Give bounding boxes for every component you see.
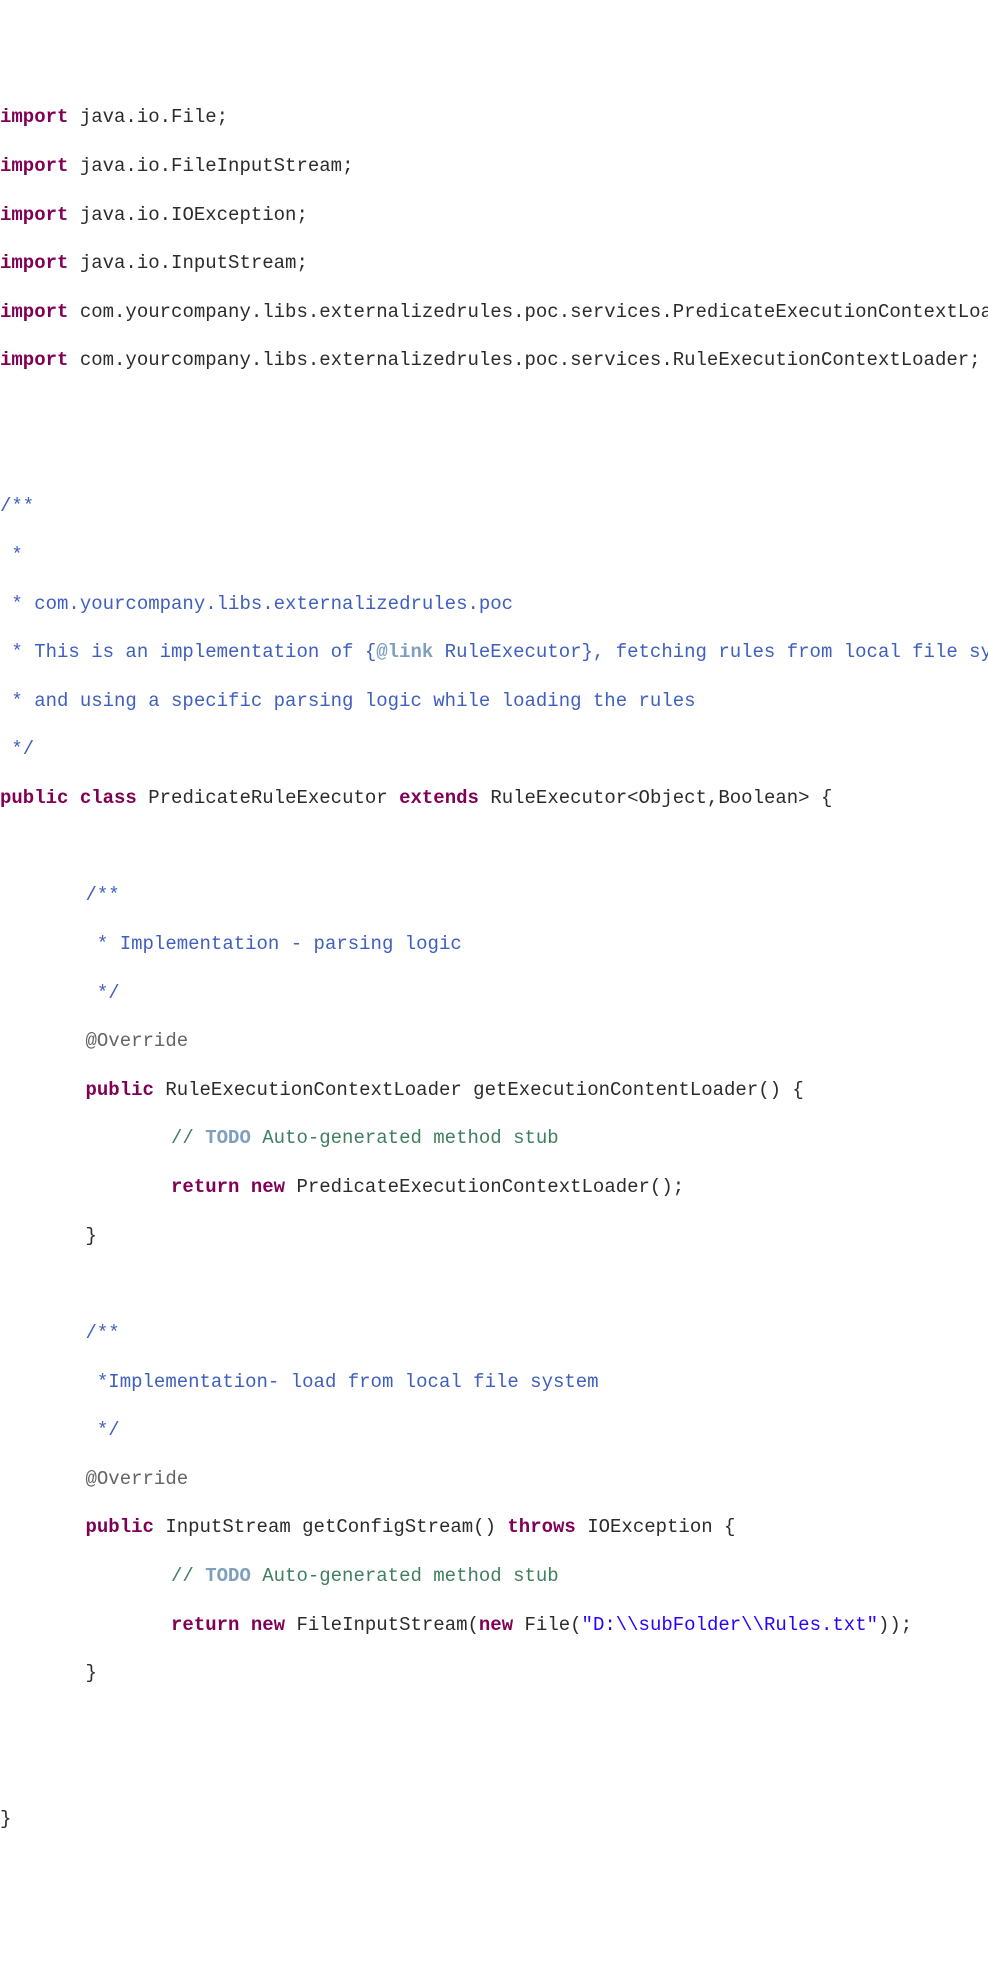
import-text: java.io.File; xyxy=(68,106,228,128)
import-line: import java.io.IOException; xyxy=(0,203,988,227)
javadoc-line: * xyxy=(0,543,988,567)
method-text: IOException { xyxy=(576,1516,736,1538)
method-signature: public InputStream getConfigStream() thr… xyxy=(0,1515,988,1539)
blank-line xyxy=(0,446,988,470)
javadoc-line: /** xyxy=(0,1321,988,1345)
ctor-text: )); xyxy=(878,1614,912,1636)
keyword-import: import xyxy=(0,155,68,177)
string-literal: "D:\\subFolder\\Rules.txt" xyxy=(582,1614,878,1636)
keyword-import: import xyxy=(0,301,68,323)
ctor-text: PredicateExecutionContextLoader(); xyxy=(285,1176,684,1198)
keyword-import: import xyxy=(0,349,68,371)
code-block: import java.io.File; import java.io.File… xyxy=(0,81,988,1856)
comment-prefix: // xyxy=(171,1565,205,1587)
import-line: import com.yourcompany.libs.externalized… xyxy=(0,300,988,324)
javadoc-line: /** xyxy=(0,494,988,518)
annotation-override: @Override xyxy=(0,1029,988,1053)
javadoc-line: * com.yourcompany.libs.externalizedrules… xyxy=(0,592,988,616)
javadoc-line: */ xyxy=(0,981,988,1005)
javadoc-line: */ xyxy=(0,1418,988,1442)
ctor-text: File( xyxy=(513,1614,581,1636)
keyword-return: return xyxy=(171,1176,239,1198)
class-rest: RuleExecutor<Object,Boolean> { xyxy=(479,787,832,809)
import-text: java.io.InputStream; xyxy=(68,252,307,274)
blank-line xyxy=(0,1272,988,1296)
javadoc-tag-link: @link xyxy=(376,641,433,663)
blank-line xyxy=(0,397,988,421)
return-line: return new PredicateExecutionContextLoad… xyxy=(0,1175,988,1199)
keyword-new: new xyxy=(251,1176,285,1198)
comment-line: // TODO Auto-generated method stub xyxy=(0,1126,988,1150)
keyword-class: class xyxy=(80,787,137,809)
keyword-throws: throws xyxy=(507,1516,575,1538)
class-declaration: public class PredicateRuleExecutor exten… xyxy=(0,786,988,810)
import-line: import java.io.FileInputStream; xyxy=(0,154,988,178)
import-line: import java.io.File; xyxy=(0,105,988,129)
comment-prefix: // xyxy=(171,1127,205,1149)
blank-line xyxy=(0,1759,988,1783)
brace-close: } xyxy=(0,1661,988,1685)
keyword-import: import xyxy=(0,106,68,128)
ctor-text: FileInputStream( xyxy=(285,1614,479,1636)
annotation-override: @Override xyxy=(0,1467,988,1491)
javadoc-line: * This is an implementation of {@link Ru… xyxy=(0,640,988,664)
javadoc-line: */ xyxy=(0,737,988,761)
method-text: InputStream getConfigStream() xyxy=(154,1516,507,1538)
brace-close: } xyxy=(0,1224,988,1248)
brace-close: } xyxy=(0,1807,988,1831)
keyword-new: new xyxy=(479,1614,513,1636)
import-text: java.io.FileInputStream; xyxy=(68,155,353,177)
todo-keyword: TODO xyxy=(205,1127,251,1149)
import-line: import com.yourcompany.libs.externalized… xyxy=(0,348,988,372)
todo-keyword: TODO xyxy=(205,1565,251,1587)
import-text: com.yourcompany.libs.externalizedrules.p… xyxy=(68,301,988,323)
import-text: java.io.IOException; xyxy=(68,204,307,226)
keyword-extends: extends xyxy=(399,787,479,809)
keyword-public: public xyxy=(86,1079,154,1101)
javadoc-line: * and using a specific parsing logic whi… xyxy=(0,689,988,713)
blank-line xyxy=(0,835,988,859)
blank-line xyxy=(0,1710,988,1734)
keyword-import: import xyxy=(0,204,68,226)
method-text: RuleExecutionContextLoader getExecutionC… xyxy=(154,1079,804,1101)
keyword-public: public xyxy=(86,1516,154,1538)
javadoc-line: *Implementation- load from local file sy… xyxy=(0,1370,988,1394)
comment-text: Auto-generated method stub xyxy=(251,1127,559,1149)
keyword-import: import xyxy=(0,252,68,274)
javadoc-text: RuleExecutor}, fetching rules from local… xyxy=(433,641,988,663)
comment-text: Auto-generated method stub xyxy=(251,1565,559,1587)
return-line: return new FileInputStream(new File("D:\… xyxy=(0,1613,988,1637)
comment-line: // TODO Auto-generated method stub xyxy=(0,1564,988,1588)
class-name: PredicateRuleExecutor xyxy=(137,787,399,809)
import-text: com.yourcompany.libs.externalizedrules.p… xyxy=(68,349,980,371)
javadoc-text: * This is an implementation of { xyxy=(0,641,376,663)
method-signature: public RuleExecutionContextLoader getExe… xyxy=(0,1078,988,1102)
import-line: import java.io.InputStream; xyxy=(0,251,988,275)
keyword-new: new xyxy=(251,1614,285,1636)
javadoc-line: * Implementation - parsing logic xyxy=(0,932,988,956)
keyword-public: public xyxy=(0,787,68,809)
javadoc-line: /** xyxy=(0,883,988,907)
keyword-return: return xyxy=(171,1614,239,1636)
